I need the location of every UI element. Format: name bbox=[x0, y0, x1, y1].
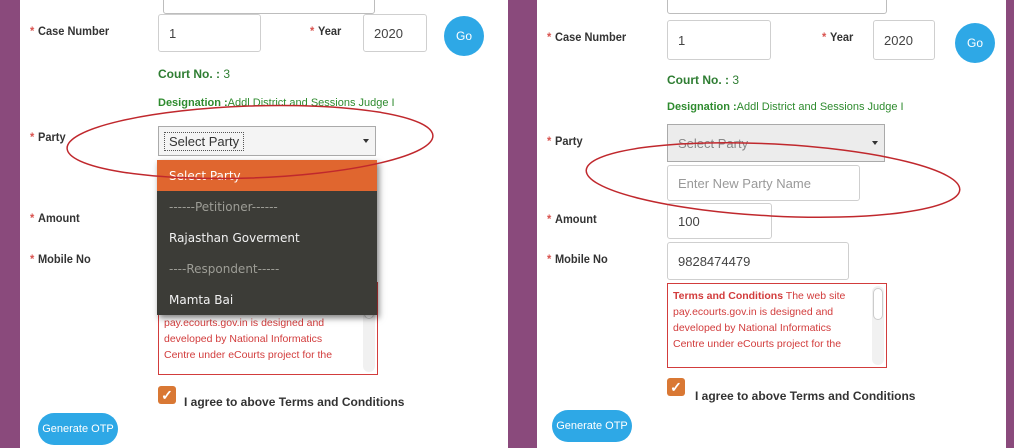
go-button[interactable]: Go bbox=[955, 23, 995, 63]
court-select-fragment[interactable] bbox=[667, 0, 887, 14]
party-select[interactable]: Select Party bbox=[667, 124, 885, 162]
dropdown-group-label: ----Respondent----- bbox=[169, 261, 280, 276]
terms-title: Terms and Conditions bbox=[673, 290, 784, 302]
terms-checkbox[interactable]: ✓ bbox=[158, 386, 176, 404]
court-select-fragment[interactable] bbox=[163, 0, 375, 14]
amount-input[interactable]: 100 bbox=[667, 203, 772, 239]
dropdown-option[interactable]: Rajasthan Goverment bbox=[157, 222, 377, 253]
dropdown-option[interactable]: Select Party bbox=[157, 160, 377, 191]
agree-label: I agree to above Terms and Conditions bbox=[184, 395, 405, 409]
mobile-label: * Mobile No bbox=[30, 252, 91, 266]
chevron-down-icon bbox=[363, 139, 369, 143]
designation: Designation :Addl District and Sessions … bbox=[667, 101, 904, 113]
go-button[interactable]: Go bbox=[444, 16, 484, 56]
terms-box[interactable]: Terms and Conditions The web site pay.ec… bbox=[667, 283, 887, 368]
left-form-panel: * Case Number 1 * Year 2020 Go Court No. :… bbox=[20, 0, 508, 448]
new-party-name-input[interactable]: Enter New Party Name bbox=[667, 165, 860, 201]
party-label: * Party bbox=[547, 134, 583, 148]
mobile-input[interactable]: 9828474479 bbox=[667, 242, 849, 280]
generate-otp-button[interactable]: Generate OTP bbox=[552, 410, 632, 442]
party-select[interactable]: Select Party bbox=[158, 126, 376, 156]
amount-label: * Amount bbox=[30, 211, 80, 225]
agree-label: I agree to above Terms and Conditions bbox=[695, 389, 916, 403]
case-number-label: * Case Number bbox=[30, 24, 110, 38]
court-number: Court No. : 3 bbox=[667, 73, 740, 87]
dropdown-group-label: ------Petitioner------ bbox=[169, 199, 278, 214]
court-number: Court No. : 3 bbox=[158, 67, 231, 81]
party-dropdown-list[interactable]: Select Party ------Petitioner------ Raja… bbox=[157, 160, 377, 315]
year-input[interactable]: 2020 bbox=[363, 14, 427, 52]
year-label: * Year bbox=[310, 24, 342, 38]
mobile-label: * Mobile No bbox=[547, 252, 608, 266]
amount-label: * Amount bbox=[547, 212, 597, 226]
year-input[interactable]: 2020 bbox=[873, 20, 935, 60]
dropdown-option[interactable]: Mamta Bai bbox=[157, 284, 377, 315]
terms-scrollbar[interactable] bbox=[872, 286, 884, 365]
chevron-down-icon bbox=[872, 141, 878, 145]
designation: Designation :Addl District and Sessions … bbox=[158, 97, 395, 109]
right-form-panel: * Case Number 1 * Year 2020 Go Court No. :… bbox=[537, 0, 1006, 448]
scrollbar-thumb[interactable] bbox=[873, 288, 883, 320]
terms-checkbox[interactable]: ✓ bbox=[667, 378, 685, 396]
case-number-input[interactable]: 1 bbox=[667, 20, 771, 60]
generate-otp-button[interactable]: Generate OTP bbox=[38, 413, 118, 445]
case-number-label: * Case Number bbox=[547, 30, 627, 44]
party-label: * Party bbox=[30, 130, 66, 144]
year-label: * Year bbox=[822, 30, 854, 44]
case-number-input[interactable]: 1 bbox=[158, 14, 261, 52]
